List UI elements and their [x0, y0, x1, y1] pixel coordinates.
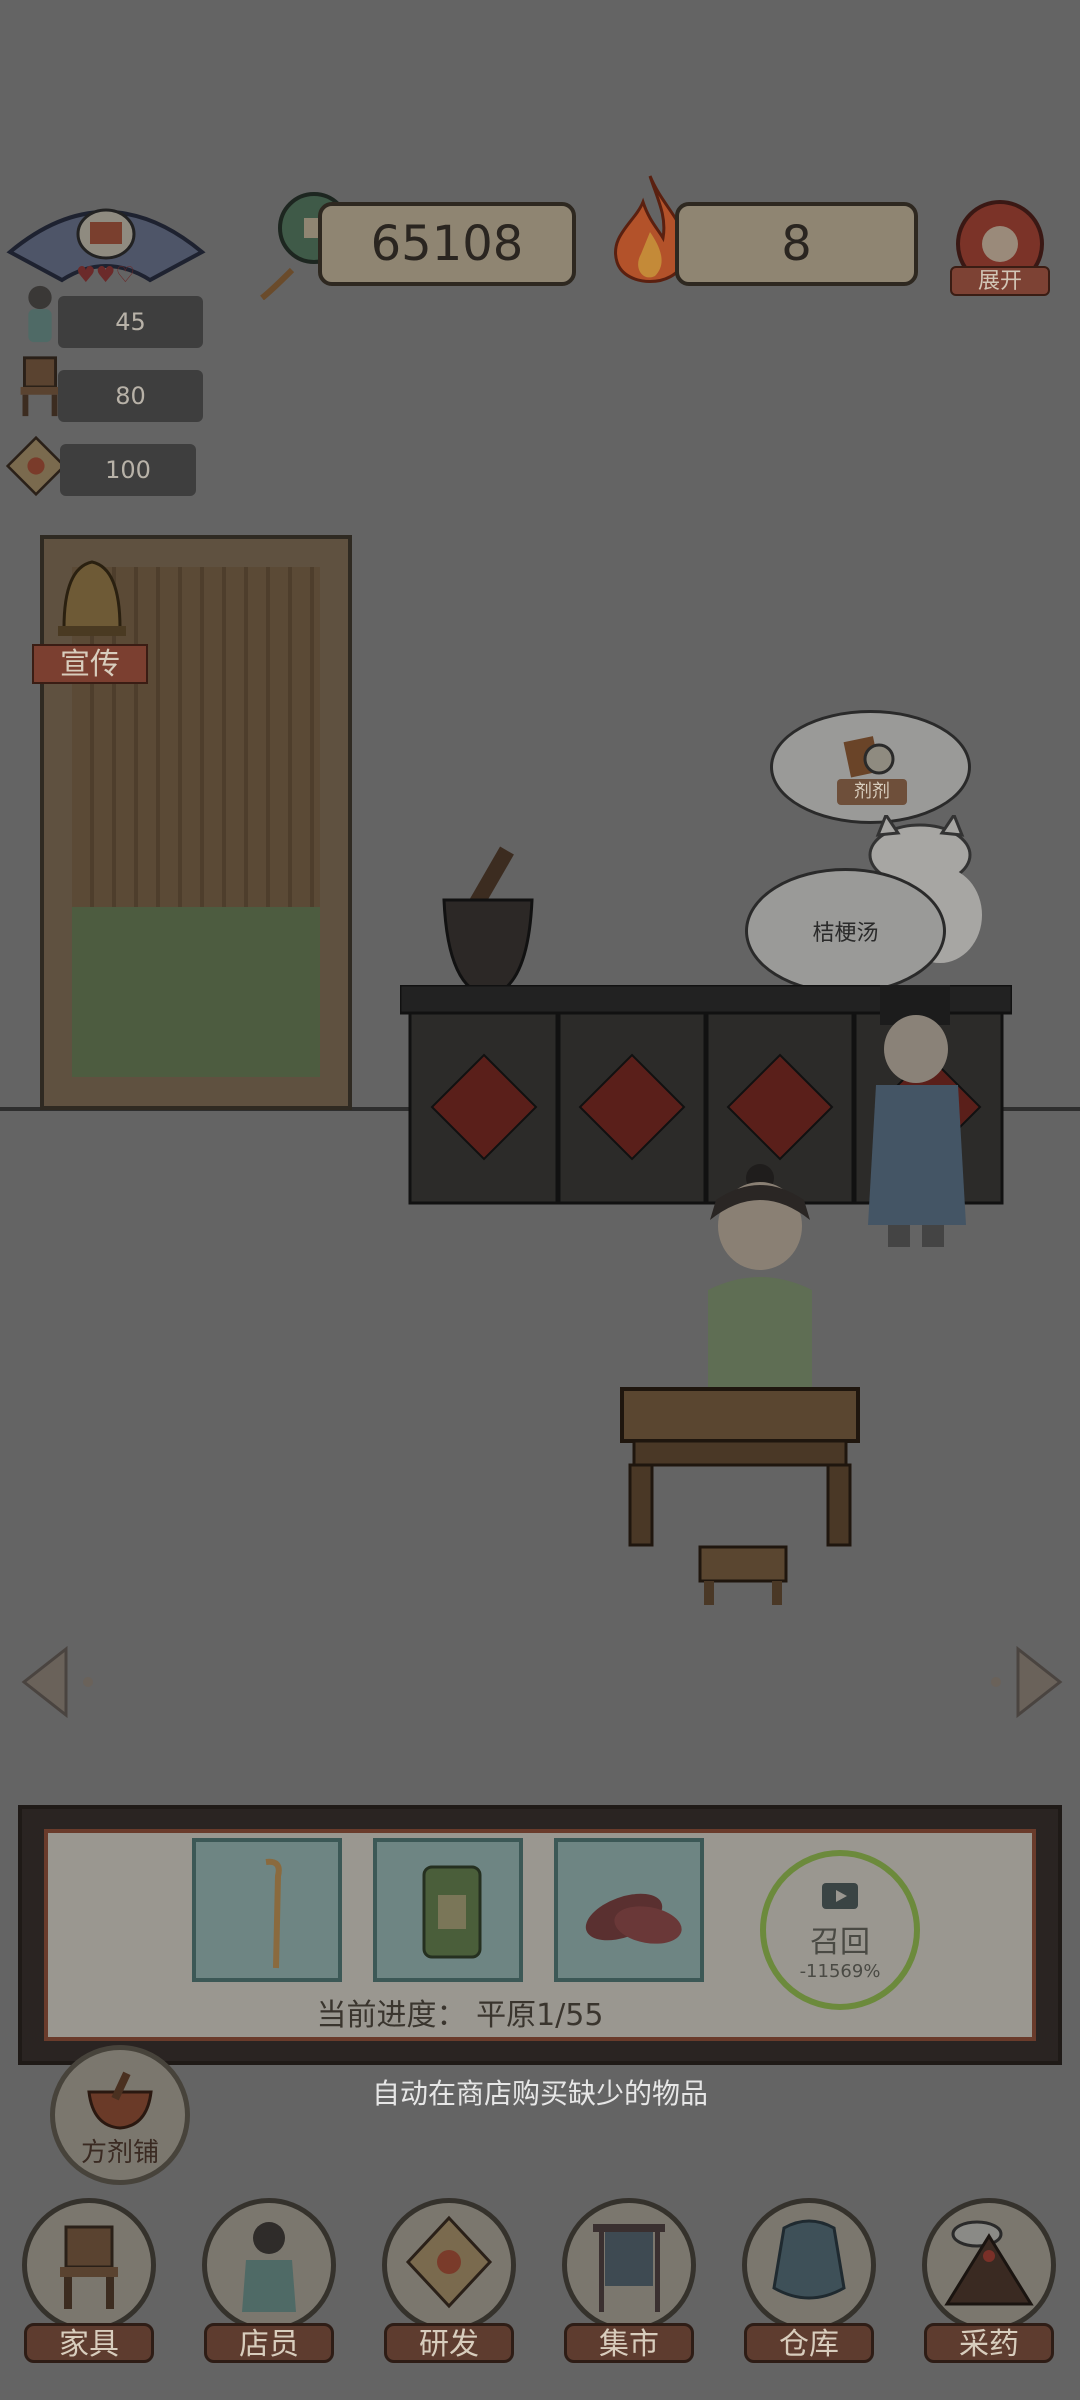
- fire-counter: 8: [675, 202, 918, 286]
- door-opening: [72, 907, 320, 1077]
- nav-label: 仓库: [744, 2323, 874, 2363]
- nav-label: 集市: [564, 2323, 694, 2363]
- formula-shop-button[interactable]: 方剂铺: [50, 2045, 190, 2185]
- recall-value: -11569%: [799, 1960, 881, 1982]
- table[interactable]: [620, 1385, 860, 1550]
- nav-market[interactable]: 集市: [554, 2198, 704, 2363]
- recall-button[interactable]: 召回 -11569%: [760, 1850, 920, 2010]
- herb-package-icon: [6, 435, 66, 497]
- left-arrow-icon[interactable]: [20, 1645, 94, 1719]
- item-slot[interactable]: [554, 1838, 704, 1982]
- nav-research[interactable]: 研发: [374, 2198, 524, 2363]
- tool-icon: [843, 736, 895, 778]
- nav-label: 采药: [924, 2323, 1054, 2363]
- stat-value: 80: [58, 370, 203, 422]
- nav-warehouse[interactable]: 仓库: [734, 2198, 884, 2363]
- stool[interactable]: [698, 1545, 788, 1607]
- nav-label: 研发: [384, 2323, 514, 2363]
- mortar-icon: [442, 846, 534, 998]
- progress-text: 当前进度： 平原1/55: [316, 1998, 604, 2033]
- nav-staff[interactable]: 店员: [194, 2198, 344, 2363]
- warehouse-bag-icon: [772, 2219, 846, 2300]
- shopkeeper-character[interactable]: [862, 985, 972, 1255]
- furniture-chair-icon: [60, 2225, 118, 2309]
- svg-text:♥♥♡: ♥♥♡: [76, 263, 135, 288]
- customer-character[interactable]: [700, 1160, 820, 1400]
- item-slot[interactable]: [192, 1838, 342, 1982]
- bubble-label: 剂剂: [837, 779, 907, 805]
- video-icon: [822, 1882, 858, 1909]
- expand-label: 展开: [950, 266, 1050, 296]
- recall-label: 召回: [810, 1924, 870, 1960]
- market-stall-icon: [593, 2224, 665, 2312]
- coins-counter: 65108: [318, 202, 576, 286]
- expand-button[interactable]: 展开: [950, 200, 1050, 300]
- mortar-bowl-icon: [87, 2071, 153, 2130]
- item-slot[interactable]: [373, 1838, 523, 1982]
- sweet-potato-icon: [585, 1893, 682, 1944]
- walking-stick-icon: [265, 1858, 282, 1969]
- nav-label: 家具: [24, 2323, 154, 2363]
- fan-emblem[interactable]: ♥♥♡: [0, 182, 212, 290]
- bell-icon[interactable]: [44, 548, 139, 658]
- mountain-herb-icon: [944, 2220, 1034, 2306]
- research-package-icon: [405, 2215, 493, 2309]
- herb-jar-icon: [422, 1865, 482, 1959]
- stat-value: 100: [60, 444, 196, 496]
- formula-shop-label: 方剂铺: [80, 2138, 159, 2168]
- nav-furniture[interactable]: 家具: [14, 2198, 164, 2363]
- right-arrow-icon[interactable]: [990, 1645, 1064, 1719]
- nav-herb-picking[interactable]: 采药: [914, 2198, 1064, 2363]
- promo-button[interactable]: 宣传: [32, 644, 148, 684]
- stat-value: 45: [58, 296, 203, 348]
- thought-bubble: 剂剂: [770, 710, 971, 824]
- staff-icon: [242, 2222, 296, 2312]
- order-bubble: 桔梗汤: [745, 868, 946, 994]
- nav-label: 店员: [204, 2323, 334, 2363]
